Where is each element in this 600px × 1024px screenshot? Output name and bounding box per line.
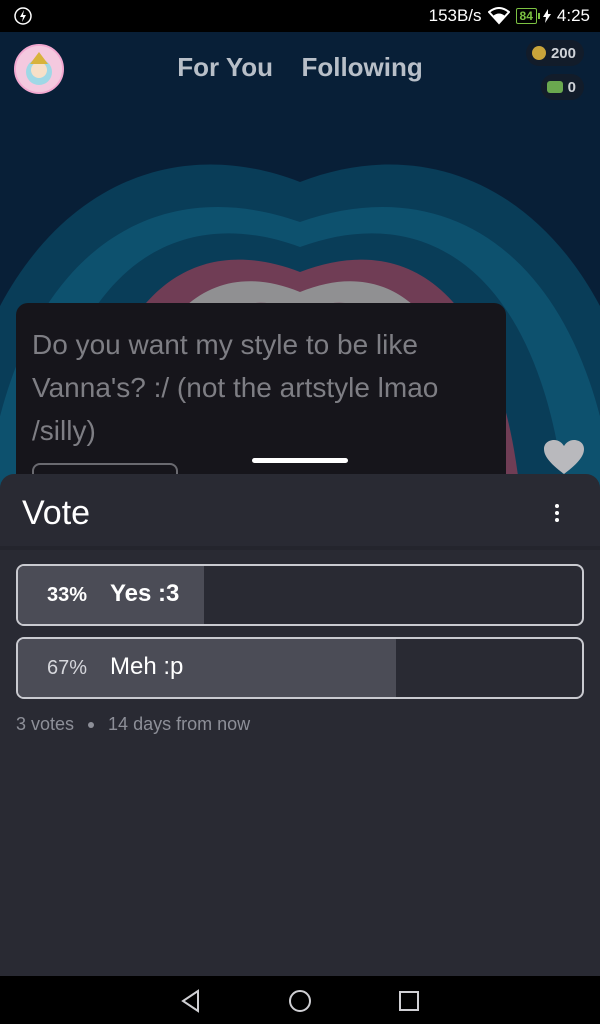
- battery-icon: 84: [515, 8, 541, 24]
- poll-option-percent: 33%: [47, 584, 88, 606]
- cash-balance[interactable]: 0: [540, 74, 584, 100]
- coin-icon: [531, 46, 546, 60]
- heart-icon[interactable]: [544, 440, 584, 476]
- coins-balance[interactable]: 200: [525, 40, 584, 66]
- charging-bolt-icon: [14, 7, 32, 25]
- battery-level: 84: [519, 9, 533, 23]
- vote-sheet: Vote 33% Yes :3 67% Meh :p 3 votes 14 da…: [0, 474, 600, 976]
- clock: 4:25: [556, 6, 590, 25]
- poll-option-label: Meh :p: [110, 653, 184, 680]
- sheet-grabber[interactable]: [252, 458, 348, 463]
- poll-deadline: 14 days from now: [108, 714, 251, 734]
- sheet-header: Vote: [0, 474, 600, 548]
- charging-icon: [542, 9, 551, 23]
- home-icon[interactable]: [287, 988, 313, 1014]
- back-icon[interactable]: [178, 988, 204, 1014]
- net-speed: 153B/s: [428, 6, 482, 25]
- more-options-icon[interactable]: [548, 502, 566, 524]
- poll-option-label: Yes :3: [110, 580, 180, 607]
- poll-meta: 3 votes 14 days from now: [16, 714, 250, 735]
- vote-count: 3 votes: [16, 714, 75, 734]
- wifi-icon: [487, 7, 510, 25]
- divider: [0, 546, 600, 550]
- status-bar: 153B/s 84 4:25: [0, 0, 600, 32]
- feed-tabs: For You Following: [0, 52, 600, 83]
- poll-option-meh[interactable]: 67% Meh :p: [16, 637, 584, 699]
- sheet-title: Vote: [22, 494, 91, 532]
- poll-option-yes[interactable]: 33% Yes :3: [16, 564, 584, 626]
- cash-count: 0: [567, 78, 576, 96]
- system-nav-bar: [0, 976, 600, 1024]
- cash-icon: [546, 81, 563, 93]
- tab-following[interactable]: Following: [301, 52, 422, 83]
- tab-for-you[interactable]: For You: [177, 52, 273, 83]
- coins-count: 200: [550, 44, 576, 62]
- post-text: Do you want my style to be like Vanna's?…: [32, 329, 439, 446]
- recents-icon[interactable]: [396, 988, 422, 1014]
- poll-option-percent: 67%: [47, 657, 88, 679]
- separator-dot: [88, 721, 95, 728]
